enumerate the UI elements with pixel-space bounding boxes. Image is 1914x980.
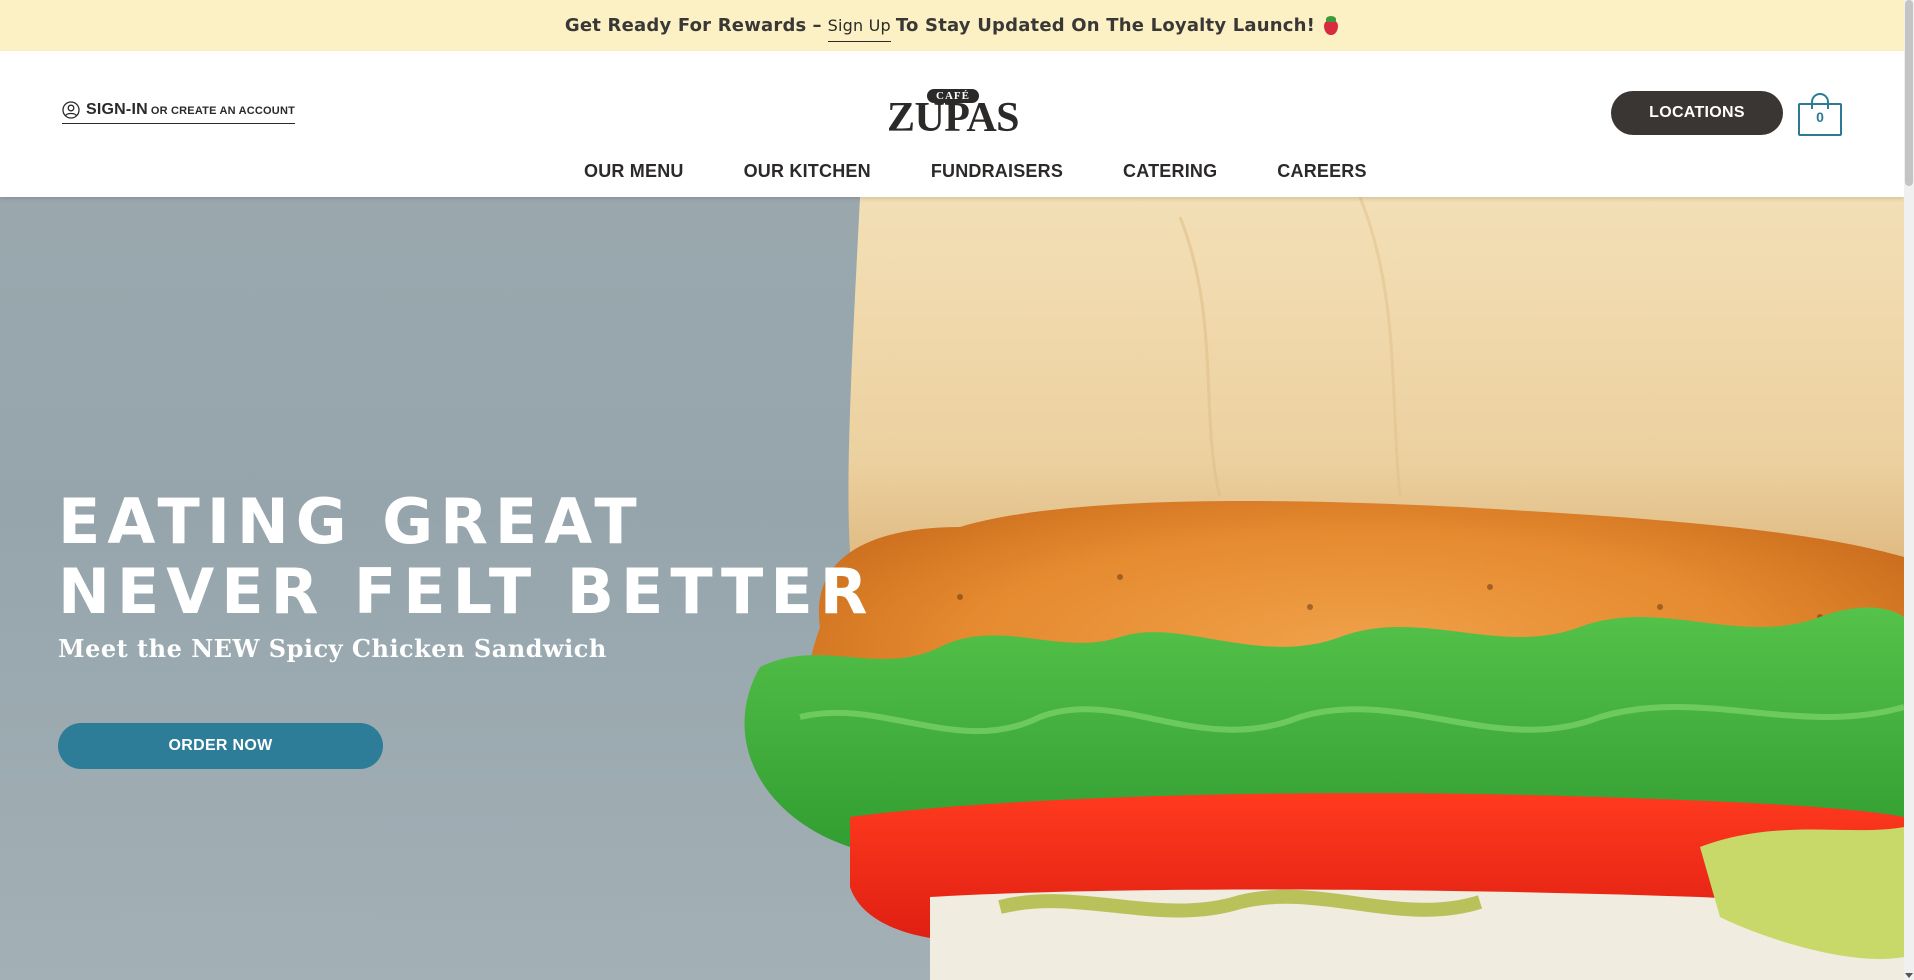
- announcement-separator: –: [812, 15, 822, 36]
- nav-careers[interactable]: CAREERS: [1277, 161, 1366, 182]
- signin-link[interactable]: SIGN-IN OR CREATE AN ACCOUNT: [62, 101, 296, 124]
- nav-catering[interactable]: CATERING: [1123, 161, 1217, 182]
- hero-banner: EATING GREAT NEVER FELT BETTER Meet the …: [0, 197, 1904, 980]
- hero-title: EATING GREAT NEVER FELT BETTER: [58, 485, 875, 628]
- announcement-bar: Get Ready For Rewards – Sign Up To Stay …: [0, 0, 1904, 51]
- logo-wordmark: ZUPAS: [886, 95, 1020, 141]
- create-account-label: OR CREATE AN ACCOUNT: [150, 105, 296, 117]
- signup-link[interactable]: Sign Up: [827, 10, 891, 42]
- scroll-down-arrow-icon[interactable]: [1905, 973, 1913, 978]
- site-header: SIGN-IN OR CREATE AN ACCOUNT CAFÉ ZUPAS …: [0, 51, 1904, 197]
- cafe-zupas-logo[interactable]: CAFÉ ZUPAS: [882, 89, 1024, 141]
- signin-label: SIGN-IN: [86, 101, 148, 118]
- scrollbar-thumb[interactable]: [1905, 0, 1913, 186]
- announcement-lead: Get Ready For Rewards: [564, 15, 807, 36]
- nav-our-kitchen[interactable]: OUR KITCHEN: [744, 161, 871, 182]
- hero-title-line-1: EATING GREAT: [58, 485, 644, 558]
- nav-fundraisers[interactable]: FUNDRAISERS: [931, 161, 1063, 182]
- hero-subtitle: Meet the NEW Spicy Chicken Sandwich: [58, 634, 607, 663]
- strawberry-icon: [1323, 16, 1339, 35]
- cart-button[interactable]: 0: [1798, 92, 1842, 136]
- announcement-tail: To Stay Updated On The Loyalty Launch!: [895, 15, 1316, 36]
- page-scrollbar[interactable]: [1904, 0, 1914, 980]
- user-circle-icon: [62, 101, 80, 119]
- order-now-button[interactable]: ORDER NOW: [58, 723, 383, 769]
- nav-our-menu[interactable]: OUR MENU: [584, 161, 684, 182]
- locations-button[interactable]: LOCATIONS: [1611, 91, 1783, 135]
- hero-title-line-2: NEVER FELT BETTER: [58, 555, 875, 628]
- cart-count: 0: [1816, 109, 1824, 125]
- main-nav: OUR MENU OUR KITCHEN FUNDRAISERS CATERIN…: [584, 161, 1367, 182]
- spicy-chicken-sandwich-photo: [744, 197, 1904, 980]
